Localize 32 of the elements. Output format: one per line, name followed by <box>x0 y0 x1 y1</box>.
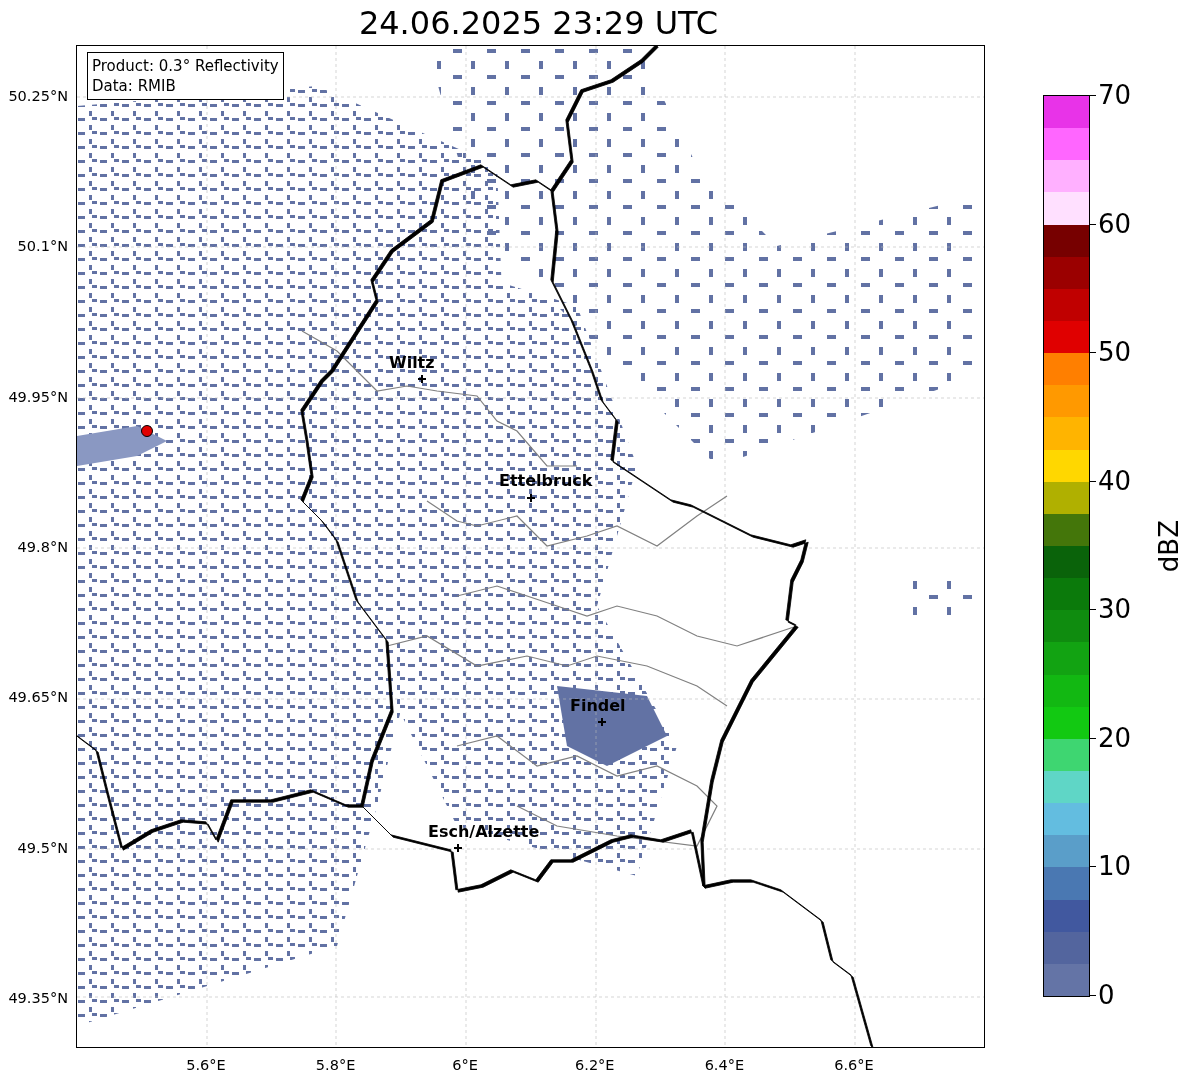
axis-tick-label: 49.5°N <box>17 839 68 856</box>
colorbar-tick-label: 30 <box>1098 593 1132 626</box>
city-label: Esch/Alzette <box>428 823 540 841</box>
axis-tick-label: 49.35°N <box>8 989 68 1006</box>
colorbar-tick-label: 40 <box>1098 464 1132 497</box>
axis-tick-label: 6.4°E <box>704 1057 745 1073</box>
axis-tick-label: 50.25°N <box>8 88 68 104</box>
chart-title: 24.06.2025 23:29 UTC <box>358 2 719 43</box>
colorbar-tick-label: 20 <box>1098 721 1132 754</box>
colorbar-tick-label: 60 <box>1098 207 1132 240</box>
colorbar-tick-label: 70 <box>1098 79 1132 111</box>
city-marker-icon <box>598 718 606 726</box>
colorbar-tick-label: 0 <box>1098 979 1115 1011</box>
city-marker-icon <box>418 375 426 383</box>
axis-tick-label: 6.2°E <box>575 1057 615 1073</box>
city-marker-icon <box>454 844 462 852</box>
axis-tick-label: 6°E <box>452 1057 478 1073</box>
axis-tick-label: 49.95°N <box>8 388 68 405</box>
axis-tick-label: 50.1°N <box>17 238 68 255</box>
axis-tick-label: 49.8°N <box>17 538 68 555</box>
axis-tick-label: 5.8°E <box>315 1057 356 1073</box>
legend-text: Data: RMIB <box>92 76 177 96</box>
axis-tick-label: 6.6°E <box>834 1057 874 1073</box>
city-label: Wiltz <box>389 354 435 372</box>
colorbar-tick-label: 50 <box>1098 336 1132 369</box>
city-label: Findel <box>570 697 626 715</box>
axis-tick-label: 49.65°N <box>8 689 68 706</box>
city-marker-icon <box>527 494 535 502</box>
legend-text: Product: 0.3° Reflectivity <box>92 56 279 76</box>
axis-tick-label: 5.6°E <box>186 1057 226 1073</box>
colorbar-label: dBZ <box>1154 519 1184 573</box>
colorbar-tick-label: 10 <box>1098 850 1132 883</box>
